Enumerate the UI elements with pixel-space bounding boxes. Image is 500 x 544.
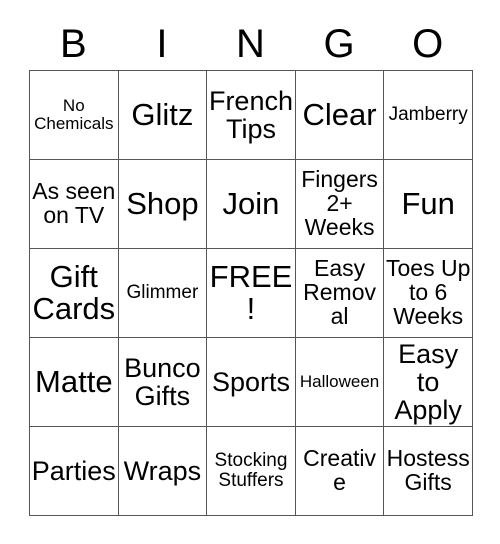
bingo-cell[interactable]: Glimmer bbox=[118, 249, 208, 338]
bingo-cell[interactable]: Halloween bbox=[295, 338, 385, 427]
bingo-cell-label: Shop bbox=[126, 185, 199, 221]
bingo-cell-label: Fun bbox=[401, 185, 455, 221]
bingo-cell-label: Creative bbox=[303, 445, 376, 495]
bingo-header-letter-g: G bbox=[323, 22, 355, 66]
bingo-card: B I N G O No Chemicals Glitz French Tips… bbox=[29, 18, 473, 516]
bingo-cell-label: Glitz bbox=[131, 96, 194, 132]
bingo-cell[interactable]: Toes Up to 6 Weeks bbox=[384, 249, 473, 338]
bingo-header-letter-i: I bbox=[156, 22, 168, 66]
bingo-cell[interactable]: Wraps bbox=[118, 427, 208, 516]
bingo-row: As seen on TV Shop Join Fingers 2+ Weeks… bbox=[30, 160, 473, 249]
bingo-cell-label: Stocking Stuffers bbox=[214, 450, 288, 491]
bingo-cell-label: FREE! bbox=[209, 258, 293, 326]
bingo-header-row: B I N G O bbox=[29, 18, 472, 70]
bingo-cell[interactable]: Bunco Gifts bbox=[118, 338, 208, 427]
bingo-cell[interactable]: Easy to Apply bbox=[384, 338, 473, 427]
bingo-cell-label: As seen on TV bbox=[32, 178, 116, 228]
bingo-cell[interactable]: Jamberry bbox=[384, 71, 473, 160]
bingo-cell-label: Hostess Gifts bbox=[386, 445, 470, 495]
bingo-cell-label: Parties bbox=[31, 455, 116, 486]
bingo-cell-label: No Chemicals bbox=[34, 96, 114, 133]
bingo-cell[interactable]: Glitz bbox=[118, 71, 208, 160]
bingo-cell-label: Toes Up to 6 Weeks bbox=[385, 255, 471, 329]
bingo-row: No Chemicals Glitz French Tips Clear Jam… bbox=[30, 71, 473, 160]
bingo-cell-free[interactable]: FREE! bbox=[207, 249, 296, 338]
bingo-cell[interactable]: Shop bbox=[118, 160, 208, 249]
bingo-grid: No Chemicals Glitz French Tips Clear Jam… bbox=[29, 70, 473, 516]
bingo-cell[interactable]: Parties bbox=[30, 427, 119, 516]
bingo-cell[interactable]: Clear bbox=[295, 71, 385, 160]
bingo-cell[interactable]: Matte bbox=[30, 338, 119, 427]
bingo-cell[interactable]: Hostess Gifts bbox=[384, 427, 473, 516]
bingo-cell-label: Matte bbox=[35, 363, 113, 399]
bingo-cell[interactable]: Fun bbox=[384, 160, 473, 249]
bingo-cell[interactable]: As seen on TV bbox=[30, 160, 119, 249]
bingo-row: Matte Bunco Gifts Sports Halloween Easy … bbox=[30, 338, 473, 427]
bingo-cell-label: Easy to Apply bbox=[394, 338, 462, 426]
bingo-cell[interactable]: Gift Cards bbox=[30, 249, 119, 338]
bingo-cell-label: Fingers 2+ Weeks bbox=[301, 166, 378, 240]
bingo-cell[interactable]: Stocking Stuffers bbox=[207, 427, 296, 516]
bingo-cell[interactable]: Fingers 2+ Weeks bbox=[295, 160, 385, 249]
bingo-cell[interactable]: Sports bbox=[207, 338, 296, 427]
bingo-cell-label: Wraps bbox=[123, 455, 202, 486]
bingo-row: Parties Wraps Stocking Stuffers Creative… bbox=[30, 427, 473, 516]
bingo-cell[interactable]: Creative bbox=[295, 427, 385, 516]
bingo-cell[interactable]: Easy Removal bbox=[295, 249, 385, 338]
bingo-cell-label: Easy Removal bbox=[303, 255, 376, 329]
bingo-cell-label: French Tips bbox=[208, 85, 293, 144]
bingo-header-letter-n: N bbox=[236, 22, 265, 66]
bingo-cell-label: Join bbox=[222, 185, 280, 221]
bingo-cell-label: Clear bbox=[302, 96, 377, 132]
bingo-cell-label: Sports bbox=[211, 366, 290, 397]
bingo-cell[interactable]: Join bbox=[207, 160, 296, 249]
bingo-cell-label: Jamberry bbox=[388, 104, 468, 126]
bingo-cell[interactable]: No Chemicals bbox=[30, 71, 119, 160]
bingo-cell-label: Bunco Gifts bbox=[124, 352, 201, 411]
bingo-cell-label: Gift Cards bbox=[32, 258, 116, 326]
bingo-header-letter-b: B bbox=[59, 22, 87, 66]
bingo-cell[interactable]: French Tips bbox=[207, 71, 296, 160]
bingo-row: Gift Cards Glimmer FREE! Easy Removal To… bbox=[30, 249, 473, 338]
bingo-cell-label: Halloween bbox=[299, 372, 380, 392]
bingo-header-letter-o: O bbox=[412, 22, 444, 66]
bingo-cell-label: Glimmer bbox=[126, 282, 199, 304]
